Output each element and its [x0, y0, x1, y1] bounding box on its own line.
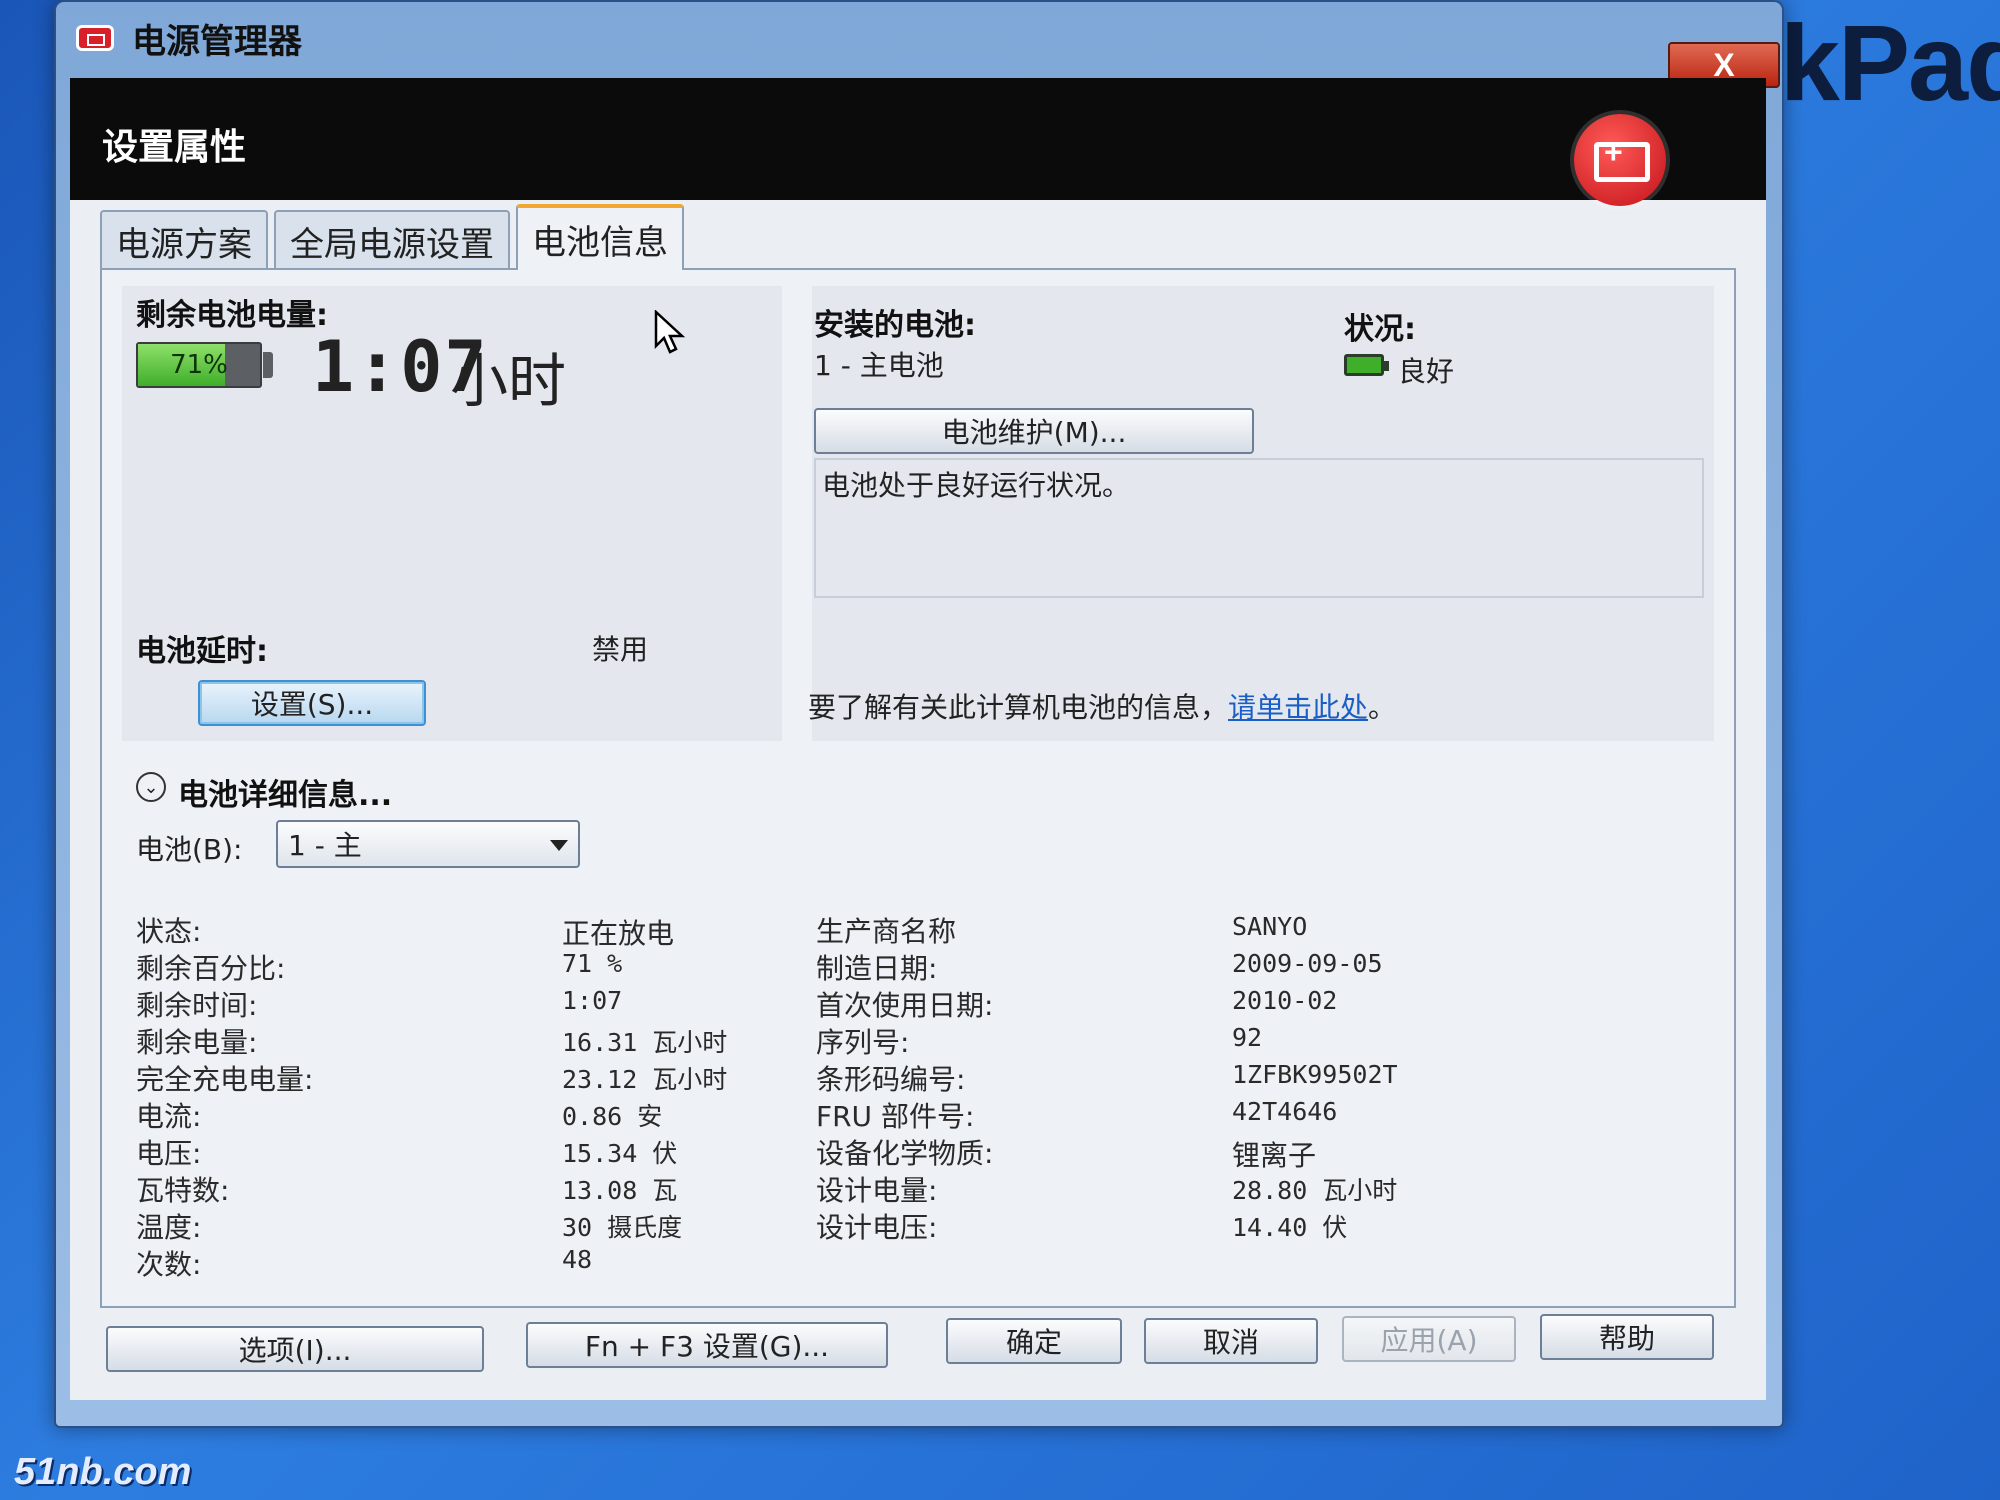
options-button[interactable]: 选项(I)... [106, 1326, 484, 1372]
battery-select[interactable]: 1 - 主 [276, 820, 580, 868]
mouse-cursor-icon [654, 310, 686, 354]
detail-right-value: 2009-09-05 [1232, 949, 1383, 978]
detail-right-key: 设备化学物质: [816, 1137, 994, 1170]
tab-battery-info[interactable]: 电池信息 [516, 204, 684, 270]
detail-right-key: 条形码编号: [816, 1063, 966, 1096]
installed-battery-value: 1 - 主电池 [814, 349, 944, 382]
collapse-chevron-icon[interactable]: ⌄ [136, 772, 166, 802]
detail-right-key: 生产商名称 [816, 915, 957, 948]
tab-power-plans[interactable]: 电源方案 [100, 210, 268, 270]
detail-right-value: 28.80 瓦小时 [1232, 1176, 1398, 1205]
detail-left-value: 48 [562, 1245, 593, 1274]
detail-right-value: 1ZFBK99502T [1232, 1060, 1398, 1089]
battery-level-gauge: 71% [136, 342, 262, 388]
status-label: 状况: [1344, 312, 1416, 347]
battery-gauge-tip [263, 352, 273, 378]
detail-left-value: 30 摄氏度 [562, 1213, 683, 1242]
detail-right-key: 制造日期: [816, 952, 938, 985]
apply-button[interactable]: 应用(A) [1342, 1316, 1516, 1362]
power-manager-window: 电源管理器 X 设置属性 电源方案 全局电源设置 电池信息 剩余电池电量: 71… [54, 0, 1784, 1428]
remaining-charge-label: 剩余电池电量: [136, 298, 328, 333]
detail-left-key: 剩余百分比: [136, 952, 286, 985]
battery-details-section: ⌄ 电池详细信息... 电池(B): 1 - 主 状态: 正在放电剩余百分比: 71… [122, 750, 1714, 1286]
dropdown-arrow-icon [550, 840, 568, 851]
detail-left-value: 71 % [562, 949, 623, 978]
title-bar[interactable]: 电源管理器 [56, 2, 1782, 74]
battery-percent-text: 71% [170, 350, 228, 380]
detail-right-value: 14.40 伏 [1232, 1213, 1348, 1242]
battery-info-link[interactable]: 请单击此处 [1228, 691, 1368, 724]
status-message: 电池处于良好运行状况。 [822, 469, 1131, 502]
detail-left-key: 剩余电量: [136, 1026, 258, 1059]
remaining-time-unit: 小时 [450, 347, 567, 415]
detail-right-value: SANYO [1232, 912, 1308, 941]
battery-app-icon [76, 25, 114, 51]
tab-bar: 电源方案 全局电源设置 电池信息 [100, 204, 684, 270]
detail-right-value: 锂离子 [1232, 1139, 1317, 1172]
detail-left-key: 完全充电电量: [136, 1063, 314, 1096]
status-message-box: 电池处于良好运行状况。 [814, 458, 1704, 598]
detail-left-value: 正在放电 [562, 917, 675, 950]
detail-left-value: 16.31 瓦小时 [562, 1028, 728, 1057]
battery-info-prefix: 要了解有关此计算机电池的信息， [808, 691, 1229, 724]
detail-left-key: 剩余时间: [136, 989, 258, 1022]
battery-delay-label: 电池延时: [136, 634, 268, 669]
header-band: 设置属性 [70, 78, 1766, 206]
ok-button[interactable]: 确定 [946, 1318, 1122, 1364]
page-title: 设置属性 [102, 127, 247, 168]
battery-select-label: 电池(B): [136, 833, 243, 866]
footer-button-bar: 选项(I)... Fn + F3 设置(G)... 确定 取消 应用(A) 帮助 [70, 1310, 1766, 1400]
detail-right-key: 设计电量: [816, 1174, 938, 1207]
tab-global-settings[interactable]: 全局电源设置 [274, 210, 510, 270]
detail-left-value: 13.08 瓦 [562, 1176, 678, 1205]
detail-left-value: 0.86 安 [562, 1102, 663, 1131]
battery-good-icon [1344, 354, 1389, 376]
battery-info-panel: 剩余电池电量: 71% 1:07 小时 电池延时: 禁用 设置(S)... 安装… [100, 268, 1736, 1308]
detail-right-key: 首次使用日期: [816, 989, 994, 1022]
battery-select-value: 1 - 主 [288, 829, 362, 862]
detail-left-value: 1:07 [562, 986, 623, 1015]
fn-f3-settings-button[interactable]: Fn + F3 设置(G)... [526, 1322, 888, 1368]
detail-left-key: 次数: [136, 1248, 202, 1281]
installed-battery-section: 安装的电池: 1 - 主电池 状况: 良好 电池维护(M)... 电池处于良好运… [808, 286, 1714, 741]
detail-left-key: 状态: [136, 915, 202, 948]
battery-delay-value: 禁用 [592, 633, 649, 666]
detail-right-value: 42T4646 [1232, 1097, 1338, 1126]
cancel-button[interactable]: 取消 [1144, 1318, 1318, 1364]
watermark: 51nb.com [14, 1451, 192, 1493]
detail-left-key: 瓦特数: [136, 1174, 230, 1207]
details-title[interactable]: 电池详细信息... [178, 770, 392, 814]
battery-plus-icon [1574, 114, 1666, 206]
detail-left-value: 15.34 伏 [562, 1139, 678, 1168]
detail-right-key: 序列号: [816, 1026, 910, 1059]
window-title: 电源管理器 [132, 21, 302, 62]
battery-info-suffix: 。 [1368, 691, 1397, 724]
detail-left-key: 电流: [136, 1100, 202, 1133]
detail-right-value: 92 [1232, 1023, 1263, 1052]
detail-right-key: 设计电压: [816, 1211, 938, 1244]
detail-left-key: 温度: [136, 1211, 202, 1244]
installed-battery-label: 安装的电池: [814, 308, 976, 343]
window-content: 设置属性 电源方案 全局电源设置 电池信息 剩余电池电量: 71% 1:07 小… [70, 78, 1766, 1400]
detail-left-value: 23.12 瓦小时 [562, 1065, 728, 1094]
detail-right-key: FRU 部件号: [816, 1100, 975, 1133]
battery-info-hint: 要了解有关此计算机电池的信息，请单击此处。 [808, 686, 1396, 726]
detail-left-key: 电压: [136, 1137, 202, 1170]
detail-right-value: 2010-02 [1232, 986, 1338, 1015]
status-value: 良好 [1398, 355, 1455, 388]
battery-maintenance-button[interactable]: 电池维护(M)... [814, 408, 1254, 454]
battery-delay-settings-button[interactable]: 设置(S)... [198, 680, 426, 726]
help-button[interactable]: 帮助 [1540, 1314, 1714, 1360]
